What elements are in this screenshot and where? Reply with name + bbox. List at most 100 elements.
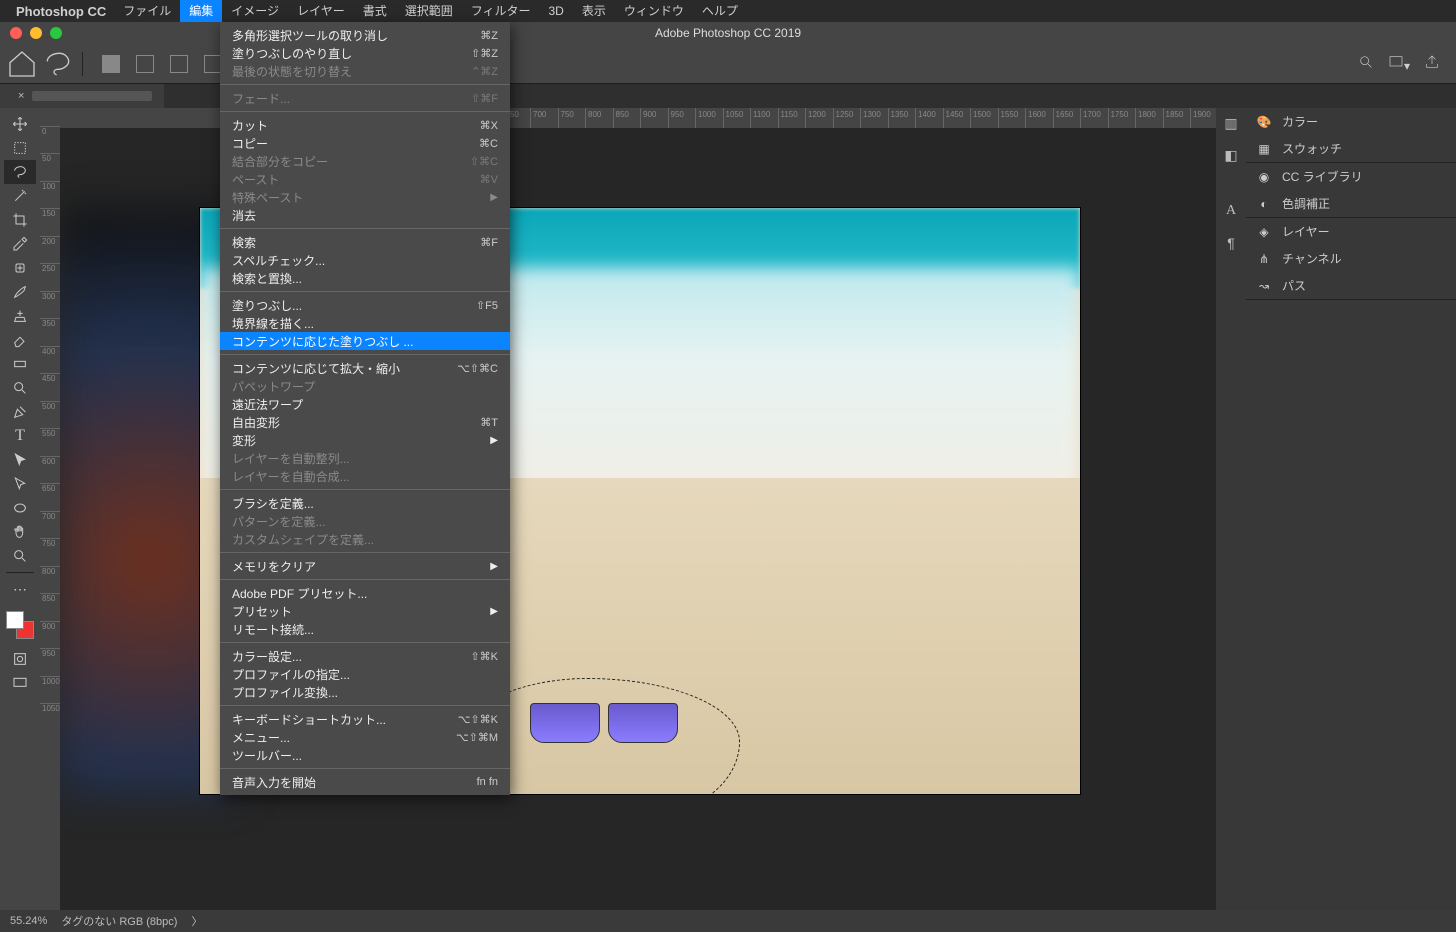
panel-tab[interactable]: 🎨カラー — [1246, 108, 1456, 135]
zoom-tool-icon[interactable] — [4, 544, 36, 568]
panel-tab[interactable]: ↝ パス — [1246, 272, 1456, 299]
panel-tab[interactable]: ◐色調補正 — [1246, 190, 1456, 217]
menu-表示[interactable]: 表示 — [573, 0, 615, 22]
panel-tab[interactable]: ◈レイヤー — [1246, 218, 1456, 245]
menu-item[interactable]: 遠近法ワープ — [220, 395, 510, 413]
quickmask-icon[interactable] — [4, 647, 36, 671]
menu-item[interactable]: スペルチェック... — [220, 251, 510, 269]
lasso-tool-icon[interactable] — [4, 160, 36, 184]
status-chevron-icon[interactable]: 〉 — [191, 913, 202, 929]
minimize-window-icon[interactable] — [30, 27, 42, 39]
selection-new-icon[interactable] — [95, 50, 127, 78]
history-panel-icon[interactable]: ▥ — [1222, 114, 1240, 132]
menu-item[interactable]: 境界線を描く... — [220, 314, 510, 332]
brush-tool-icon[interactable] — [4, 280, 36, 304]
color-swatches[interactable] — [6, 611, 34, 639]
menu-フィルター[interactable]: フィルター — [462, 0, 540, 22]
search-icon[interactable] — [1358, 54, 1374, 73]
lasso-tool-icon[interactable] — [42, 50, 74, 78]
screenmode-icon[interactable] — [4, 671, 36, 695]
app-window: Adobe Photoshop CC 2019 ▾ × — [0, 22, 1456, 932]
menu-item[interactable]: キーボードショートカット...⌥⇧⌘K — [220, 710, 510, 728]
workspace-switcher-icon[interactable]: ▾ — [1388, 54, 1410, 73]
menu-item[interactable]: Adobe PDF プリセット... — [220, 584, 510, 602]
menu-item[interactable]: コンテンツに応じた塗りつぶし ... — [220, 332, 510, 350]
home-icon[interactable] — [6, 50, 38, 78]
menu-item[interactable]: リモート接続... — [220, 620, 510, 638]
menu-item: レイヤーを自動合成... — [220, 467, 510, 485]
selection-add-icon[interactable] — [129, 50, 161, 78]
panel-icon: ↝ — [1256, 279, 1272, 293]
window-controls — [10, 27, 62, 39]
document-tab-label — [32, 91, 152, 101]
close-window-icon[interactable] — [10, 27, 22, 39]
crop-tool-icon[interactable] — [4, 208, 36, 232]
menu-書式[interactable]: 書式 — [354, 0, 396, 22]
menu-編集[interactable]: 編集 — [180, 0, 222, 22]
menu-item[interactable]: 自由変形⌘T — [220, 413, 510, 431]
zoom-level[interactable]: 55.24% — [10, 915, 47, 927]
menu-ヘルプ[interactable]: ヘルプ — [693, 0, 747, 22]
menu-item[interactable]: カラー設定...⇧⌘K — [220, 647, 510, 665]
document-tab[interactable]: × — [0, 84, 164, 108]
paragraph-panel-icon[interactable]: ¶ — [1222, 234, 1240, 252]
shape-tool-icon[interactable] — [4, 496, 36, 520]
eraser-tool-icon[interactable] — [4, 328, 36, 352]
menu-item: フェード...⇧⌘F — [220, 89, 510, 107]
dodge-tool-icon[interactable] — [4, 376, 36, 400]
menu-レイヤー[interactable]: レイヤー — [288, 0, 354, 22]
menu-イメージ[interactable]: イメージ — [222, 0, 288, 22]
panel-tab[interactable]: ◉CC ライブラリ — [1246, 163, 1456, 190]
menu-item[interactable]: プロファイル変換... — [220, 683, 510, 701]
menu-ファイル[interactable]: ファイル — [114, 0, 180, 22]
menu-item[interactable]: 塗りつぶしのやり直し⇧⌘Z — [220, 44, 510, 62]
character-panel-icon[interactable]: A — [1222, 202, 1240, 220]
mac-menubar: Photoshop CC ファイル編集イメージレイヤー書式選択範囲フィルター3D… — [0, 0, 1456, 22]
move-tool-icon[interactable] — [4, 112, 36, 136]
menu-item[interactable]: プリセット▶ — [220, 602, 510, 620]
menu-item[interactable]: コンテンツに応じて拡大・縮小⌥⇧⌘C — [220, 359, 510, 377]
selection-subtract-icon[interactable] — [163, 50, 195, 78]
panel-tab[interactable]: ⋔チャンネル — [1246, 245, 1456, 272]
maximize-window-icon[interactable] — [50, 27, 62, 39]
properties-panel-icon[interactable]: ◧ — [1222, 146, 1240, 164]
path-select-tool-icon[interactable] — [4, 448, 36, 472]
menu-item[interactable]: 検索と置換... — [220, 269, 510, 287]
type-tool-icon[interactable]: T — [4, 424, 36, 448]
menu-item[interactable]: ツールバー... — [220, 746, 510, 764]
menu-選択範囲[interactable]: 選択範囲 — [396, 0, 462, 22]
options-toolbar: ▾ — [0, 44, 1456, 84]
menu-item[interactable]: メモリをクリア▶ — [220, 557, 510, 575]
menu-item[interactable]: ブラシを定義... — [220, 494, 510, 512]
foreground-color-swatch[interactable] — [6, 611, 24, 629]
menu-item[interactable]: 音声入力を開始fn fn — [220, 773, 510, 791]
panel-tab[interactable]: ▦スウォッチ — [1246, 135, 1456, 162]
menu-item[interactable]: 多角形選択ツールの取り消し⌘Z — [220, 26, 510, 44]
gradient-tool-icon[interactable] — [4, 352, 36, 376]
document-info[interactable]: タグのない RGB (8bpc) — [61, 913, 177, 929]
menu-item[interactable]: 消去 — [220, 206, 510, 224]
menu-ウィンドウ[interactable]: ウィンドウ — [615, 0, 693, 22]
panel-label: パス — [1282, 277, 1306, 294]
menu-3D[interactable]: 3D — [540, 0, 573, 22]
magic-wand-tool-icon[interactable] — [4, 184, 36, 208]
menu-item[interactable]: 塗りつぶし...⇧F5 — [220, 296, 510, 314]
panel-label: 色調補正 — [1282, 195, 1330, 212]
clone-stamp-tool-icon[interactable] — [4, 304, 36, 328]
menu-item[interactable]: コピー⌘C — [220, 134, 510, 152]
direct-select-tool-icon[interactable] — [4, 472, 36, 496]
share-icon[interactable] — [1424, 54, 1440, 73]
hand-tool-icon[interactable] — [4, 520, 36, 544]
menu-item[interactable]: 検索⌘F — [220, 233, 510, 251]
menu-item[interactable]: 変形▶ — [220, 431, 510, 449]
titlebar: Adobe Photoshop CC 2019 — [0, 22, 1456, 44]
menu-item[interactable]: カット⌘X — [220, 116, 510, 134]
eyedropper-tool-icon[interactable] — [4, 232, 36, 256]
marquee-tool-icon[interactable] — [4, 136, 36, 160]
pen-tool-icon[interactable] — [4, 400, 36, 424]
edit-toolbar-icon[interactable]: ⋯ — [4, 577, 36, 601]
menu-item[interactable]: メニュー...⌥⇧⌘M — [220, 728, 510, 746]
close-tab-icon[interactable]: × — [18, 84, 24, 108]
healing-brush-tool-icon[interactable] — [4, 256, 36, 280]
menu-item[interactable]: プロファイルの指定... — [220, 665, 510, 683]
